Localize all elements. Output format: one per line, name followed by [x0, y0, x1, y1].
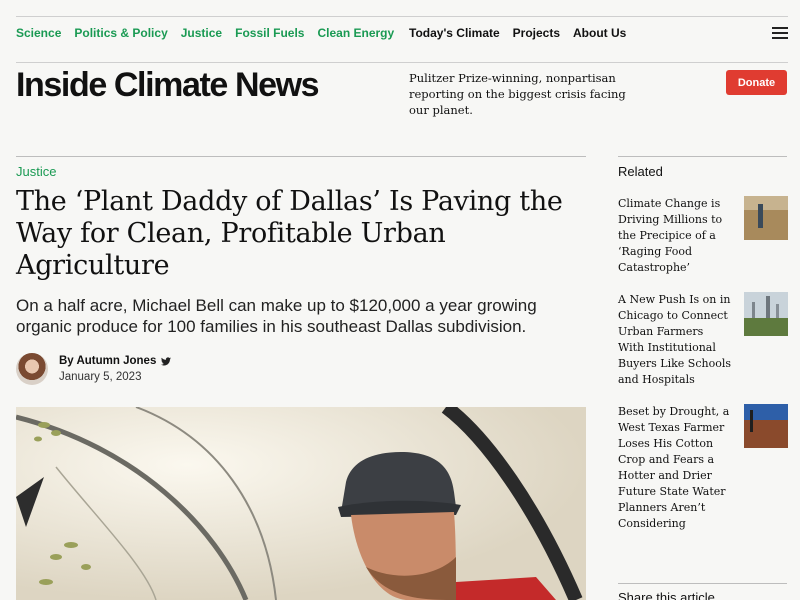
nav-link-clean-energy[interactable]: Clean Energy — [317, 26, 394, 40]
nav-link-science[interactable]: Science — [16, 26, 61, 40]
author-byline[interactable]: By Autumn Jones — [59, 355, 156, 367]
top-nav-bar: Science Politics & Policy Justice Fossil… — [16, 16, 788, 63]
nav-link-justice[interactable]: Justice — [181, 26, 222, 40]
main-nav: Today's Climate Projects About Us — [409, 26, 626, 40]
divider — [618, 583, 787, 584]
nav-link-about-us[interactable]: About Us — [573, 26, 626, 40]
related-article[interactable]: Beset by Drought, a West Texas Farmer Lo… — [618, 404, 788, 532]
section-nav: Science Politics & Policy Justice Fossil… — [16, 26, 394, 40]
related-article[interactable]: A New Push Is on in Chicago to Connect U… — [618, 292, 788, 388]
related-article[interactable]: Climate Change is Driving Millions to th… — [618, 196, 788, 276]
article-dek: On a half acre, Michael Bell can make up… — [16, 296, 537, 336]
hamburger-menu-icon[interactable] — [772, 27, 788, 39]
related-heading: Related — [618, 164, 663, 179]
donate-button[interactable]: Donate — [726, 70, 787, 95]
article-headline: The ‘Plant Daddy of Dallas’ Is Paving th… — [16, 186, 563, 281]
related-article-title[interactable]: Beset by Drought, a West Texas Farmer Lo… — [618, 404, 732, 532]
site-tagline: Pulitzer Prize-winning, nonpartisan repo… — [409, 71, 626, 117]
nav-link-fossil-fuels[interactable]: Fossil Fuels — [235, 26, 304, 40]
related-article-title[interactable]: A New Push Is on in Chicago to Connect U… — [618, 292, 732, 388]
article-hero-photo — [16, 407, 586, 600]
divider — [16, 156, 586, 157]
author-avatar[interactable] — [16, 353, 48, 385]
share-heading: Share this article — [618, 590, 715, 600]
related-article-thumbnail[interactable] — [744, 404, 788, 448]
nav-link-projects[interactable]: Projects — [513, 26, 560, 40]
related-article-thumbnail[interactable] — [744, 196, 788, 240]
related-article-thumbnail[interactable] — [744, 292, 788, 336]
article-category[interactable]: Justice — [16, 164, 56, 179]
publish-date: January 5, 2023 — [59, 371, 142, 383]
twitter-icon[interactable] — [161, 357, 171, 366]
related-article-title[interactable]: Climate Change is Driving Millions to th… — [618, 196, 732, 276]
site-logo[interactable]: Inside Climate News — [16, 66, 320, 105]
nav-link-todays-climate[interactable]: Today's Climate — [409, 26, 500, 40]
nav-link-politics-policy[interactable]: Politics & Policy — [74, 26, 167, 40]
divider — [618, 156, 787, 157]
